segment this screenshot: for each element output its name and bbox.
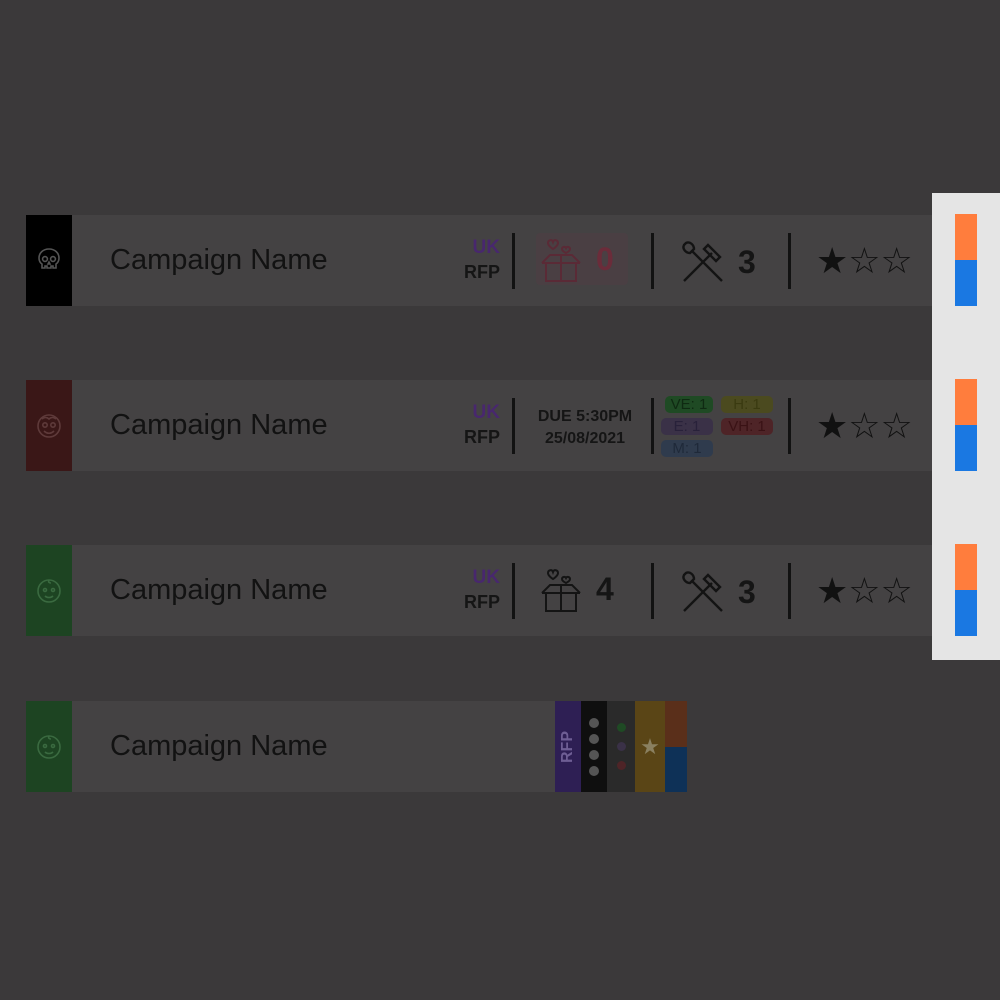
divider [512,398,515,454]
dots-column [581,701,607,792]
status-flag-2 [955,379,977,471]
campaign-name: Campaign Name [110,244,328,276]
campaign-name: Campaign Name [110,574,328,606]
region-label: UK RFP [446,401,500,449]
chip-ve: VE: 1 [665,396,713,413]
campaign-type: RFP [464,592,500,612]
chip-h: H: 1 [721,396,773,413]
divider [788,563,791,619]
campaign-name: Campaign Name [110,730,328,762]
compact-status-strip[interactable]: RFP ★ [555,701,687,792]
status-flag-4 [665,701,687,792]
due-date: DUE 5:30PM 25/08/2021 [526,406,644,450]
divider [651,233,654,289]
tools-count-value: 3 [738,573,756,610]
chip-e: E: 1 [661,418,713,435]
old-man-face-icon [26,380,72,471]
campaign-name: Campaign Name [110,409,328,441]
gift-box-icon [536,233,586,285]
gift-count-value: 4 [596,570,614,607]
gift-count[interactable]: 4 [536,563,614,615]
gift-count-value: 0 [596,240,614,277]
divider [651,563,654,619]
campaign-row-3[interactable]: Campaign Name UK RFP 4 3 ★☆☆ [26,545,932,636]
hammer-brush-icon [678,567,728,617]
country-code: UK [472,237,500,258]
campaign-type: RFP [464,427,500,447]
type-column: RFP [555,701,581,792]
star-rating[interactable]: ★☆☆ [816,241,913,281]
campaign-type: RFP [464,262,500,282]
gift-box-icon [536,563,586,615]
divider [512,233,515,289]
hammer-brush-icon [678,237,728,287]
campaign-row-1[interactable]: Campaign Name UK RFP 0 3 ★☆☆ [26,215,932,306]
due-time: DUE 5:30PM [537,408,633,425]
baby-face-icon [26,701,72,792]
status-flag-1 [955,214,977,306]
campaign-row-4[interactable]: Campaign Name [26,701,555,792]
gift-count[interactable]: 0 [536,233,628,285]
difficulty-dots [607,701,635,792]
country-code: UK [472,567,500,588]
baby-face-icon [26,545,72,636]
star-badge: ★ [635,701,665,792]
tools-count[interactable]: 3 [678,237,756,287]
divider [788,398,791,454]
divider [512,563,515,619]
campaign-row-2[interactable]: Campaign Name UK RFP DUE 5:30PM 25/08/20… [26,380,932,471]
divider [788,233,791,289]
region-label: UK RFP [446,566,500,614]
chip-m: M: 1 [661,440,713,457]
star-rating[interactable]: ★☆☆ [816,406,913,446]
chip-vh: VH: 1 [721,418,773,435]
due-date-value: 25/08/2021 [544,430,626,447]
star-rating[interactable]: ★☆☆ [816,571,913,611]
country-code: UK [472,402,500,423]
status-flag-3 [955,544,977,636]
tools-count[interactable]: 3 [678,567,756,617]
type-label: RFP [559,730,576,763]
tools-count-value: 3 [738,243,756,280]
divider [651,398,654,454]
skull-icon [26,215,72,306]
region-label: UK RFP [446,236,500,284]
